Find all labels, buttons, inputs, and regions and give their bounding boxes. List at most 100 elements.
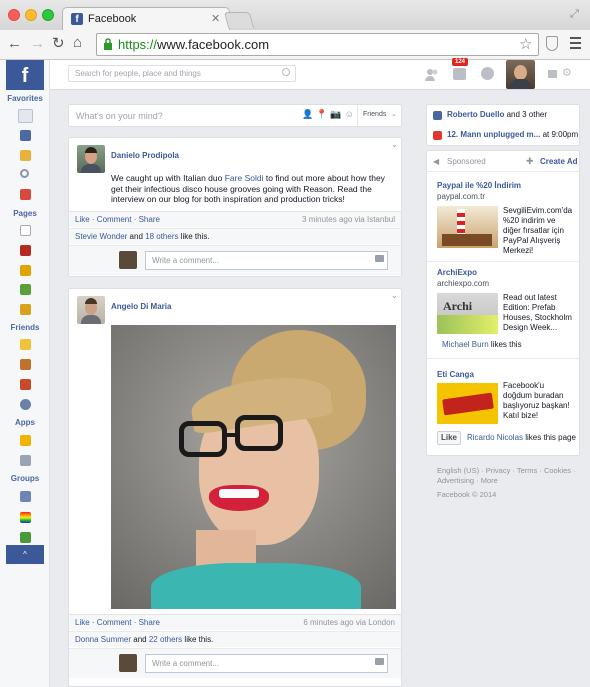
calendar-nav-icon[interactable] [20,189,31,200]
ad-image[interactable]: Archi [437,293,498,334]
page-1-icon[interactable] [20,225,31,236]
audience-selector[interactable]: Friends [363,111,386,118]
work-friends-icon[interactable] [20,379,31,390]
liker-name[interactable]: Donna Summer [75,635,131,644]
search-box[interactable]: Search for people, place and things [68,65,296,82]
create-ad-link[interactable]: Create Ad [540,157,578,166]
ad-title[interactable]: ArchiExpo [437,268,477,277]
ad-description: Facebook'u doğdum buradan başlıyoruz baş… [503,381,570,420]
fullscreen-icon[interactable]: ⤢ [570,8,579,21]
groups-label: Groups [10,474,40,483]
activity-line-2[interactable]: 12. Mann unplugged m... at 9:00pm [447,130,578,139]
ad-like-button[interactable]: Like [437,431,461,445]
post-options-chevron-icon[interactable]: ⌄ [391,140,398,149]
activity-line-1[interactable]: Roberto Duello and 3 other [447,110,547,119]
globe-notifications-icon[interactable] [481,67,494,80]
profile-avatar[interactable] [506,60,535,89]
group-3-icon[interactable] [20,532,31,543]
friend-requests-icon[interactable] [425,68,438,81]
close-window-button[interactable] [8,9,20,21]
page-2-icon[interactable] [20,245,31,256]
maximize-window-button[interactable] [42,9,54,21]
ad-social-name[interactable]: Michael Burn [442,340,489,349]
group-2-icon[interactable] [20,512,31,523]
family-icon[interactable] [20,359,31,370]
status-composer[interactable]: What's on your mind? 👤📍📷☺ Friends ⌄ [68,104,402,127]
new-tab-button[interactable] [223,12,255,28]
address-bar[interactable]: https://www.facebook.com ☆ [96,33,539,56]
games-icon[interactable] [20,435,31,446]
apps-center-icon[interactable] [20,455,31,466]
page-4-icon[interactable] [20,284,31,295]
post-author-avatar[interactable] [77,296,105,324]
messages-icon[interactable] [453,68,466,80]
pages-label: Pages [13,209,37,218]
footer-links[interactable]: English (US) · Privacy · Terms · Cookies… [437,466,576,500]
ad-image[interactable] [437,206,498,248]
back-icon[interactable]: ← [7,35,22,52]
left-navigation: f Favorites Pages Friends Apps Groups ^ [0,60,50,687]
camera-icon[interactable] [375,255,384,262]
commenter-avatar [119,654,137,672]
activity-person[interactable]: Roberto Duello [447,110,504,119]
event-name[interactable]: 12. Mann unplugged m... [447,130,540,139]
post-author-name[interactable]: Angelo Di Maria [111,302,171,311]
comment-input[interactable]: Write a comment... [145,654,388,673]
like-link[interactable]: Like [75,215,90,224]
page-5-icon[interactable] [20,304,31,315]
audience-chevron-icon[interactable]: ⌄ [391,110,397,118]
settings-gear-icon[interactable]: ⚙ [562,66,572,79]
location-friends-icon[interactable] [20,399,31,410]
facebook-favicon: f [71,13,83,25]
ad-social-context: Michael Burn likes this [442,340,522,349]
footer-copyright: Facebook © 2014 [437,490,497,499]
other-likers-link[interactable]: 22 others [149,635,182,644]
ad-domain: archiexpo.com [437,279,490,288]
close-friends-icon[interactable] [20,339,31,350]
comment-link[interactable]: Comment [97,215,132,224]
share-link[interactable]: Share [139,215,160,224]
other-likers-link[interactable]: 18 others [145,232,178,241]
ad-title[interactable]: Eti Canga [437,370,474,379]
group-1-icon[interactable] [20,491,31,502]
footer-line-2[interactable]: Advertising · More [437,476,576,486]
extension-shield-icon[interactable] [546,36,558,51]
messages-nav-icon[interactable] [20,130,31,141]
events-nav-icon[interactable] [20,150,31,161]
ad-social-name[interactable]: Ricardo Nicolas [467,433,523,442]
comment-input[interactable]: Write a comment... [145,251,388,270]
forward-icon[interactable]: → [30,35,45,52]
page-3-icon[interactable] [20,265,31,276]
post-author-avatar[interactable] [77,145,105,173]
activity-rest: and 3 other [504,110,548,119]
composer-tag-icons[interactable]: 👤📍📷☺ [302,109,357,120]
post-photo[interactable] [111,325,396,609]
notification-badge: 124 [452,58,469,66]
facebook-logo[interactable]: f [6,60,44,90]
post-text-link[interactable]: Fare Soldi [225,173,264,183]
collapse-nav-button[interactable]: ^ [6,545,44,564]
ad-image[interactable] [437,383,498,424]
share-link[interactable]: Share [139,618,160,627]
search-icon[interactable] [282,68,290,76]
menu-icon[interactable] [570,37,581,49]
post-options-chevron-icon[interactable]: ⌄ [391,291,398,300]
reload-icon[interactable]: ↻ [52,34,65,52]
camera-icon[interactable] [375,658,384,665]
minimize-window-button[interactable] [25,9,37,21]
composer-input[interactable]: What's on your mind? [76,111,163,121]
comment-link[interactable]: Comment [97,618,132,627]
like-link[interactable]: Like [75,618,90,627]
search-nav-icon[interactable] [20,169,29,178]
home-icon[interactable]: ⌂ [73,34,82,51]
post-author-name[interactable]: Danielo Prodipola [111,151,179,160]
news-feed-icon[interactable] [18,109,33,123]
bookmark-star-icon[interactable]: ☆ [519,35,532,53]
search-placeholder: Search for people, place and things [75,69,201,78]
close-tab-icon[interactable]: ✕ [211,12,220,25]
ad-title[interactable]: Paypal ile %20 İndirim [437,181,521,190]
browser-tab[interactable]: f Facebook ✕ [62,7,230,30]
privacy-shortcuts-icon[interactable] [548,70,557,78]
liker-name[interactable]: Stevie Wonder [75,232,127,241]
footer-line-1[interactable]: English (US) · Privacy · Terms · Cookies… [437,466,576,476]
